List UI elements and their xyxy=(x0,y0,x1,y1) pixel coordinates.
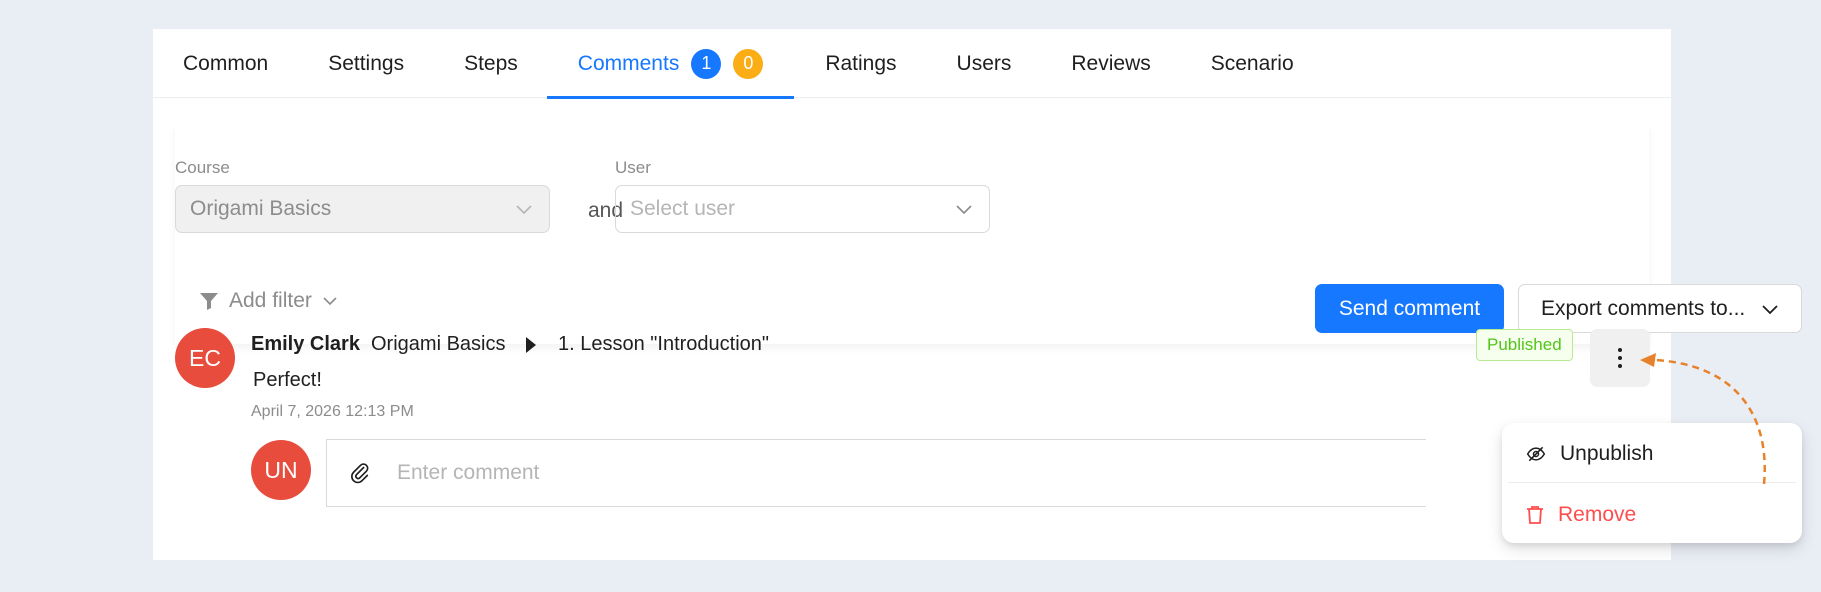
paperclip-icon[interactable] xyxy=(349,462,371,484)
filter-icon xyxy=(200,293,218,310)
export-label: Export comments to... xyxy=(1541,296,1746,320)
filter-panel: Course Origami Basics and User Select us… xyxy=(175,124,1802,344)
tab-settings[interactable]: Settings xyxy=(328,29,404,98)
tab-reviews[interactable]: Reviews xyxy=(1071,29,1150,98)
tab-users[interactable]: Users xyxy=(957,29,1012,98)
more-vertical-icon xyxy=(1618,348,1622,368)
course-select: Origami Basics xyxy=(175,185,550,233)
course-label: Course xyxy=(175,158,230,177)
unpublish-label: Unpublish xyxy=(1560,442,1654,465)
caret-right-icon xyxy=(526,337,536,353)
comments-count-badge: 1 xyxy=(691,48,722,79)
tab-steps[interactable]: Steps xyxy=(464,29,518,98)
tab-common[interactable]: Common xyxy=(183,29,268,98)
course-select-value: Origami Basics xyxy=(190,197,332,220)
user-label: User xyxy=(615,158,651,177)
comment-date: April 7, 2026 12:13 PM xyxy=(251,403,414,420)
tab-label: Reviews xyxy=(1071,51,1151,75)
avatar: EC xyxy=(175,328,235,388)
remove-menu-item[interactable]: Remove xyxy=(1508,489,1796,541)
export-comments-button[interactable]: Export comments to... xyxy=(1518,284,1802,333)
chevron-down-icon xyxy=(323,297,337,306)
chevron-down-icon xyxy=(1762,305,1778,315)
comment-input-box xyxy=(326,439,1426,507)
menu-divider xyxy=(1508,482,1796,483)
add-filter-label: Add filter xyxy=(229,289,312,312)
tab-scenario[interactable]: Scenario xyxy=(1211,29,1294,98)
pending-count-badge: 0 xyxy=(733,48,764,79)
status-badge: Published xyxy=(1476,329,1573,361)
tab-label: Common xyxy=(183,51,269,75)
tab-comments[interactable]: Comments 1 0 xyxy=(546,29,794,99)
tab-label: Settings xyxy=(328,51,405,75)
tab-label: Comments xyxy=(577,51,680,75)
user-select-placeholder: Select user xyxy=(630,197,736,220)
reply-avatar: UN xyxy=(251,440,311,500)
unpublish-menu-item[interactable]: Unpublish xyxy=(1508,428,1796,480)
actions-menu: Unpublish Remove xyxy=(1502,423,1802,543)
tab-label: Users xyxy=(956,51,1012,75)
comment-text: Perfect! xyxy=(253,369,322,391)
tab-label: Ratings xyxy=(825,51,897,75)
send-comment-button[interactable]: Send comment xyxy=(1315,284,1504,333)
remove-label: Remove xyxy=(1558,503,1637,526)
content-card: Common Settings Steps Comments 1 0 Ratin… xyxy=(153,29,1802,560)
more-actions-button[interactable] xyxy=(1590,329,1650,387)
eye-off-icon xyxy=(1526,446,1546,462)
comment-lesson[interactable]: 1. Lesson "Introduction" xyxy=(558,333,769,356)
comment-input[interactable] xyxy=(397,461,1297,485)
tab-ratings[interactable]: Ratings xyxy=(825,29,896,98)
comment-author[interactable]: Emily Clark xyxy=(251,333,360,356)
add-filter-button[interactable]: Add filter xyxy=(199,289,338,313)
tab-label: Scenario xyxy=(1210,51,1294,75)
chevron-down-icon xyxy=(516,205,532,215)
trash-icon xyxy=(1527,506,1543,524)
tab-label: Steps xyxy=(464,51,518,75)
chevron-down-icon xyxy=(956,205,972,215)
tab-bar: Common Settings Steps Comments 1 0 Ratin… xyxy=(153,29,1671,99)
user-select[interactable]: Select user xyxy=(615,185,990,233)
comment-course[interactable]: Origami Basics xyxy=(371,333,505,356)
